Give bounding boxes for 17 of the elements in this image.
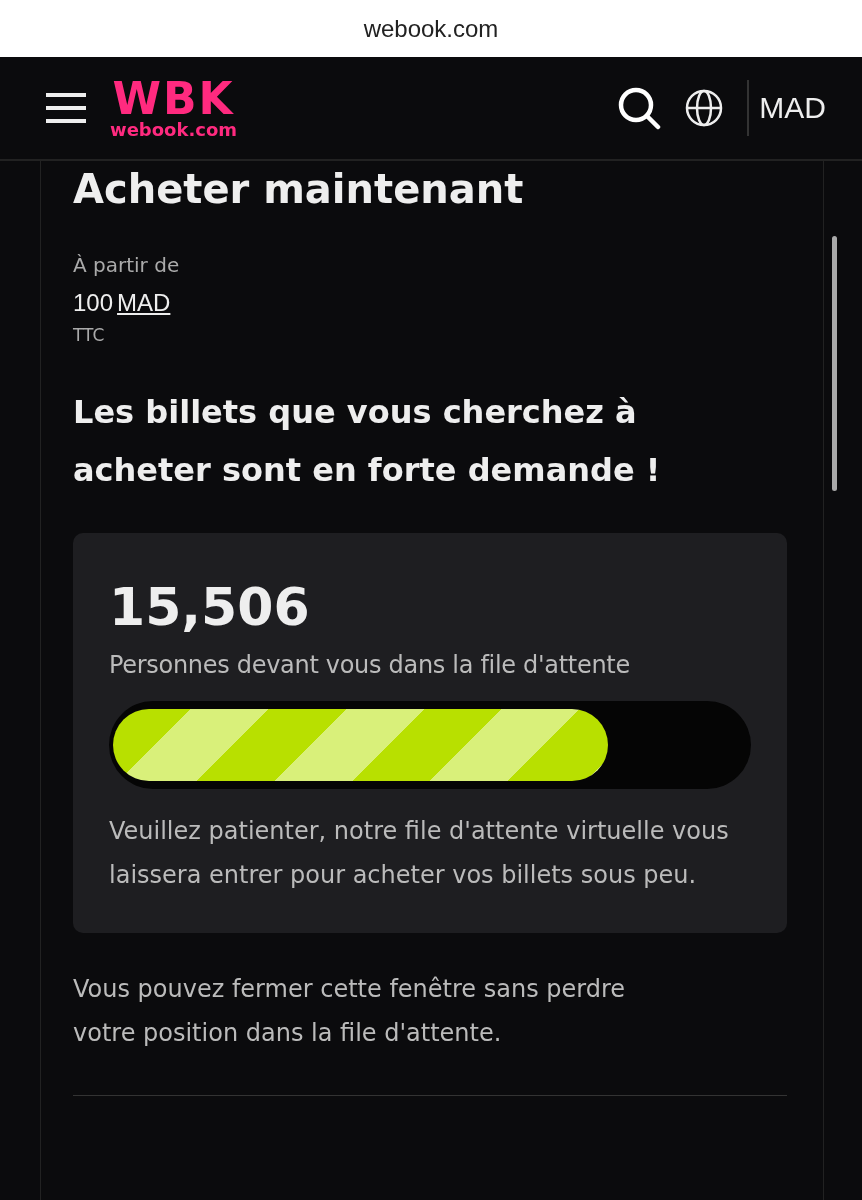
page-title: Acheter maintenant xyxy=(73,165,525,213)
address-bar-url: webook.com xyxy=(363,14,499,43)
price-label: À partir de xyxy=(73,253,181,277)
price-amount: 100 xyxy=(73,289,114,317)
globe-icon[interactable] xyxy=(685,89,724,127)
search-icon[interactable] xyxy=(617,86,662,130)
queue-count-label: Personnes devant vous dans la file d'attente xyxy=(109,651,631,679)
queue-count: 15,506 xyxy=(109,577,311,637)
menu-icon[interactable] xyxy=(46,92,86,124)
scrollbar[interactable] xyxy=(832,236,837,491)
logo[interactable]: WBK webook.com xyxy=(110,77,238,139)
close-window-note: Vous pouvez fermer cette fenêtre sans perdre votre position dans la file d'attente. xyxy=(73,974,627,1049)
currency-selector[interactable]: MAD xyxy=(747,80,826,136)
queue-message: Veuillez patienter, notre file d'attente virtuelle vous laissera entrer pour acheter vos billets sous peu. xyxy=(109,816,729,891)
demand-headline: Les billets que vous cherchez à acheter sont en forte demande ! xyxy=(73,392,662,491)
currency-link[interactable]: MAD xyxy=(117,289,171,317)
tax-note: TTC xyxy=(73,325,106,345)
